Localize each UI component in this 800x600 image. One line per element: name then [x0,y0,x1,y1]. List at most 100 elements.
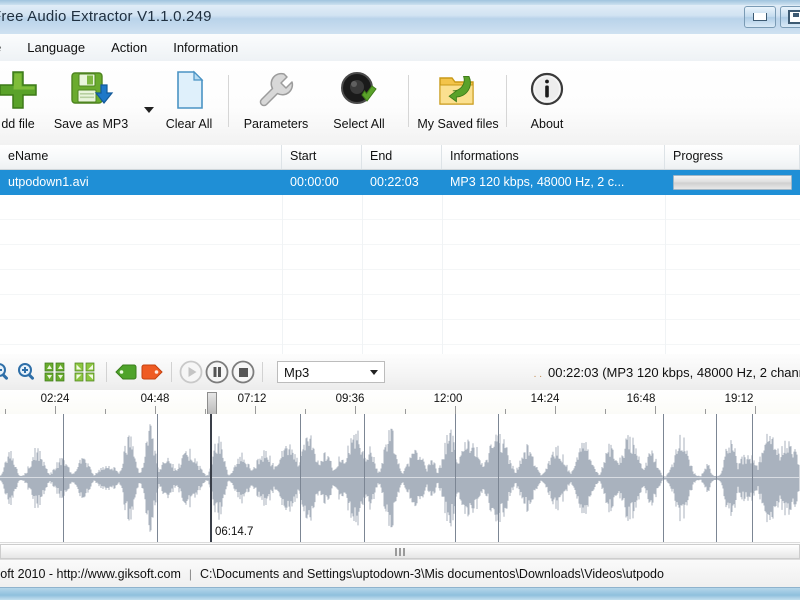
speaker-check-icon [337,67,381,113]
ruler-label: 09:36 [335,393,365,405]
chevron-down-icon [370,369,378,375]
grip-line-icon [399,547,401,556]
clear-all-button[interactable]: Clear All [143,67,235,131]
toolbar-separator-1 [228,75,229,127]
ruler-tick [155,406,156,414]
clear-all-label: Clear All [165,117,213,131]
title-bar-highlight [0,0,800,5]
waveform-marker [157,414,158,542]
save-as-mp3-button[interactable]: Save as MP3 [45,67,137,131]
cell-start: 00:00:00 [290,175,339,189]
grid-line [442,195,443,378]
waveform-marker [663,414,664,542]
window-title: Free Audio Extractor V1.1.0.249 [0,8,212,25]
waveform-marker [498,414,499,542]
ruler-tick [255,406,256,414]
list-item [0,245,800,270]
info-icon [525,67,569,113]
cell-filename: utpodown1.avi [8,175,89,189]
grid-line [665,195,666,378]
my-saved-files-button[interactable]: My Saved files [412,67,504,131]
ruler-label: 12:00 [433,393,463,405]
ruler-label: 04:48 [140,393,170,405]
green-tag-icon[interactable] [113,359,139,385]
output-format-select[interactable]: Mp3 [277,361,385,383]
ruler-tick [555,406,556,414]
file-list-empty-area[interactable] [0,195,800,378]
waveform-midline [0,477,800,478]
menu-file[interactable]: e [0,36,14,59]
waveform-cursor[interactable] [210,414,212,542]
plus-icon [0,67,40,113]
player-separator-2 [171,362,172,382]
grip-line-icon [403,547,405,556]
about-button[interactable]: About [501,67,593,131]
my-saved-files-label: My Saved files [417,117,499,131]
status-bar: soft 2010 - http://www.giksoft.com | C:\… [0,559,800,588]
waveform-cursor-time: 06:14.7 [213,526,256,538]
add-file-label: dd file [1,117,35,131]
column-header-filename[interactable]: eName [0,145,282,169]
ruler-label: 02:24 [40,393,70,405]
status-dots-icon: . . [533,368,542,380]
maximize-icon [788,10,800,24]
minimize-button[interactable] [744,6,776,28]
fit-selection-icon[interactable] [40,359,70,385]
player-toolbar: Mp3 . . 00:22:03 (MP3 120 kbps, 48000 Hz,… [0,354,800,391]
parameters-button[interactable]: Parameters [230,67,322,131]
ruler-label: 16:48 [626,393,656,405]
menu-action[interactable]: Action [98,36,160,59]
column-header-informations[interactable]: Informations [442,145,665,169]
minimize-icon [753,13,767,21]
ruler-tick [655,406,656,414]
ruler-tick [455,406,456,414]
grid-line [282,195,283,378]
page-icon [169,67,209,113]
save-as-mp3-label: Save as MP3 [53,117,129,131]
output-format-value: Mp3 [284,364,310,380]
scrollbar-thumb[interactable] [0,544,800,559]
cell-informations: MP3 120 kbps, 48000 Hz, 2 c... [450,175,625,189]
timeline-ruler[interactable]: 02:24 04:48 07:12 09:36 12:00 14:24 16:4… [0,390,800,415]
table-row[interactable]: utpodown1.avi 00:00:00 00:22:03 MP3 120 … [0,170,800,195]
orange-tag-icon[interactable] [139,359,165,385]
select-all-label: Select All [333,117,385,131]
play-icon[interactable] [178,359,204,385]
window-bottom-edge [0,587,800,600]
waveform-marker [63,414,64,542]
waveform-marker [300,414,301,542]
zoom-out-icon[interactable] [0,359,14,385]
list-item [0,220,800,245]
menu-information[interactable]: Information [160,36,251,59]
waveform-marker [364,414,365,542]
playhead-handle[interactable] [207,392,217,414]
status-divider: | [188,567,193,581]
grip-line-icon [395,547,397,556]
column-header-end[interactable]: End [362,145,442,169]
menu-language[interactable]: Language [14,36,98,59]
column-header-progress[interactable]: Progress [665,145,800,169]
empty-rows [0,195,800,378]
pause-icon[interactable] [204,359,230,385]
ruler-tick [355,406,356,414]
progress-bar [673,175,792,190]
file-list: eName Start End Informations Progress ut… [0,145,800,378]
maximize-button[interactable] [780,6,800,28]
select-all-button[interactable]: Select All [313,67,405,131]
ruler-tick [755,406,756,414]
waveform-display[interactable]: 06:14.7 [0,414,800,542]
status-file-path: C:\Documents and Settings\uptodown-3\Mis… [200,567,664,581]
grid-line [362,195,363,378]
waveform-marker [455,414,456,542]
parameters-label: Parameters [243,117,309,131]
column-header-start[interactable]: Start [282,145,362,169]
stop-icon[interactable] [230,359,256,385]
ruler-label: 07:12 [237,393,267,405]
player-separator-1 [106,362,107,382]
fit-project-icon[interactable] [70,359,100,385]
main-toolbar: dd file Save as MP3 Clear All Parameters… [0,61,800,146]
about-label: About [530,117,564,131]
list-item [0,195,800,220]
wrench-icon [254,67,298,113]
zoom-in-icon[interactable] [14,359,40,385]
